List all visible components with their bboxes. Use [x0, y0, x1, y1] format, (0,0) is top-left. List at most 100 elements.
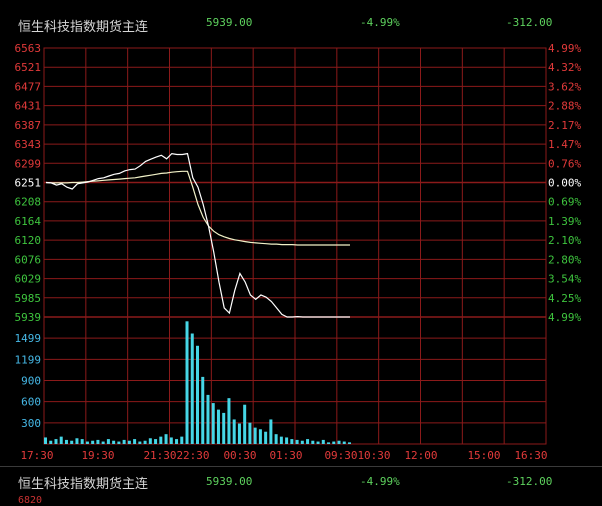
time-tick-label: 00:30: [223, 449, 256, 462]
volume-bar: [122, 439, 126, 444]
volume-bar: [106, 439, 110, 444]
price-tick-label: 5985: [15, 292, 42, 305]
volume-bar: [201, 376, 205, 444]
price-tick-label: 6521: [15, 61, 42, 74]
price-tick-label: 6120: [15, 234, 42, 247]
volume-bar: [112, 440, 116, 444]
volume-tick-label: 900: [21, 375, 41, 388]
price-tick-label: 6563: [15, 42, 42, 55]
last-price: 5939.00: [206, 16, 253, 29]
volume-bar: [295, 439, 299, 444]
volume-bar: [337, 440, 341, 444]
quote-footer: 恒生科技指数期货主连 5939.00 -4.99% -312.00 6820: [0, 466, 602, 506]
time-tick-label: 22:30: [176, 449, 209, 462]
pct-tick-label: 0.76%: [548, 157, 581, 170]
volume-bar: [175, 439, 179, 444]
price-change-footer: -312.00: [506, 475, 553, 488]
volume-bar: [148, 438, 152, 444]
volume-bar: [54, 439, 58, 444]
volume-bar: [316, 441, 320, 444]
volume-bar: [258, 429, 262, 444]
volume-bar: [96, 439, 100, 444]
price-tick-label: 6076: [15, 253, 42, 266]
price-tick-label: 6208: [15, 196, 42, 209]
price-tick-label: 5939: [15, 311, 42, 324]
percent-change-footer: -4.99%: [360, 475, 400, 488]
price-tick-label: 6029: [15, 273, 42, 286]
pct-tick-label: 3.54%: [548, 273, 581, 286]
volume-bar: [279, 436, 283, 444]
volume-bar: [348, 442, 351, 444]
pct-tick-label: 2.17%: [548, 119, 581, 132]
volume-bar: [169, 437, 173, 444]
price-tick-label: 6251: [15, 177, 42, 190]
price-tick-label: 6387: [15, 119, 42, 132]
price-change: -312.00: [506, 16, 553, 29]
volume-bar: [138, 441, 142, 444]
volume-tick-label: 1499: [15, 332, 42, 345]
next-row-price: 6820: [18, 495, 43, 506]
volume-bar: [117, 441, 121, 444]
price-tick-label: 6477: [15, 80, 42, 93]
volume-bar: [232, 419, 236, 444]
pct-tick-label: 2.80%: [548, 253, 581, 266]
price-tick-label: 6164: [15, 215, 42, 228]
time-tick-label: 10:30: [357, 449, 390, 462]
pct-tick-label: 4.32%: [548, 61, 581, 74]
volume-bar: [269, 419, 273, 444]
time-tick-label: 16:30: [514, 449, 547, 462]
pct-tick-label: 4.99%: [548, 42, 581, 55]
volume-bar: [49, 440, 53, 444]
time-tick-label: 09:30: [324, 449, 357, 462]
volume-bar: [216, 409, 220, 444]
volume-bar: [237, 423, 241, 444]
price-tick-label: 6431: [15, 100, 42, 113]
volume-bar: [133, 439, 137, 444]
time-tick-label: 21:30: [143, 449, 176, 462]
intraday-chart[interactable]: 6563 4.99% 6521 4.32% 6477 3.62% 6431 2.88% 6387…: [0, 34, 602, 466]
pct-tick-label: 0.00%: [548, 177, 581, 190]
pct-tick-label: 2.10%: [548, 234, 581, 247]
pct-tick-label: 4.25%: [548, 292, 581, 305]
pct-tick-label: 1.47%: [548, 138, 581, 151]
price-tick-label: 6343: [15, 138, 42, 151]
volume-bar: [227, 398, 231, 444]
volume-bar: [285, 437, 289, 444]
volume-bar: [143, 440, 147, 444]
volume-bar: [321, 439, 325, 444]
volume-bar: [190, 333, 194, 444]
volume-bar: [185, 321, 189, 444]
volume-bar: [75, 438, 79, 444]
volume-bar: [300, 440, 304, 444]
volume-bar: [64, 439, 68, 444]
pct-tick-label: 1.39%: [548, 215, 581, 228]
volume-tick-label: 1199: [15, 353, 42, 366]
volume-bar: [222, 412, 226, 444]
volume-bar: [91, 440, 95, 444]
instrument-title-footer: 恒生科技指数期货主连: [18, 477, 149, 492]
volume-tick-label: 600: [21, 396, 41, 409]
time-tick-label: 01:30: [269, 449, 302, 462]
volume-bar: [44, 437, 47, 444]
percent-change: -4.99%: [360, 16, 400, 29]
quote-header: 恒生科技指数期货主连 5939.00 -4.99% -312.00: [0, 0, 602, 35]
time-tick-label: 17:30: [20, 449, 53, 462]
price-line: [45, 152, 350, 318]
pct-tick-label: 2.88%: [548, 100, 581, 113]
volume-bar: [127, 440, 131, 444]
volume-bar: [332, 441, 336, 444]
volume-tick-label: 300: [21, 417, 41, 430]
volume-bar: [342, 441, 346, 444]
volume-bar: [243, 404, 247, 444]
volume-bar: [206, 394, 210, 444]
time-tick-label: 15:00: [467, 449, 500, 462]
volume-bar: [196, 345, 199, 444]
instrument-title: 恒生科技指数期货主连: [18, 20, 149, 35]
price-tick-label: 6299: [15, 157, 42, 170]
volume-bar: [253, 427, 257, 444]
volume-bar: [180, 436, 184, 444]
volume-bar: [248, 422, 252, 444]
volume-bar: [59, 436, 63, 444]
volume-bar: [211, 403, 215, 444]
pct-tick-label: 4.99%: [548, 311, 581, 324]
